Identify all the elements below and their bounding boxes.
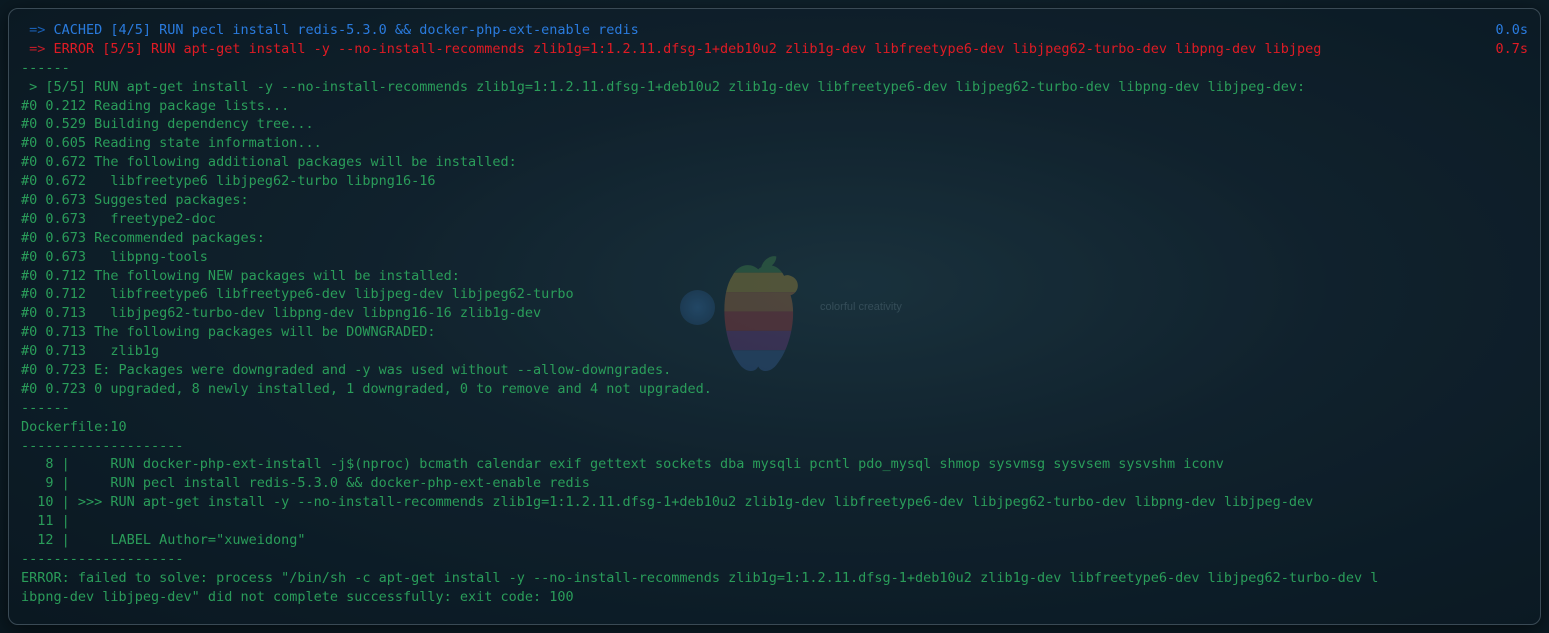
output-line: --------------------	[21, 550, 1528, 569]
output-line: #0 0.712 libfreetype6 libfreetype6-dev l…	[21, 285, 1528, 304]
build-step-error: => ERROR [5/5] RUN apt-get install -y --…	[21, 40, 1528, 59]
output-line: #0 0.723 E: Packages were downgraded and…	[21, 361, 1528, 380]
terminal-window[interactable]: => CACHED [4/5] RUN pecl install redis-5…	[8, 8, 1541, 625]
output-line: ------	[21, 399, 1528, 418]
terminal-output[interactable]: ------ > [5/5] RUN apt-get install -y --…	[21, 59, 1528, 607]
output-line: #0 0.673 libpng-tools	[21, 248, 1528, 267]
output-line: #0 0.673 Recommended packages:	[21, 229, 1528, 248]
output-line: 11 |	[21, 512, 1528, 531]
output-line: #0 0.605 Reading state information...	[21, 134, 1528, 153]
output-line: ERROR: failed to solve: process "/bin/sh…	[21, 569, 1528, 588]
output-line: #0 0.529 Building dependency tree...	[21, 115, 1528, 134]
output-line: #0 0.212 Reading package lists...	[21, 97, 1528, 116]
output-line: 9 | RUN pecl install redis-5.3.0 && dock…	[21, 474, 1528, 493]
output-line: 8 | RUN docker-php-ext-install -j$(nproc…	[21, 455, 1528, 474]
output-line: Dockerfile:10	[21, 418, 1528, 437]
output-line: --------------------	[21, 437, 1528, 456]
output-line: ibpng-dev libjpeg-dev" did not complete …	[21, 588, 1528, 607]
cached-step-text: CACHED [4/5] RUN pecl install redis-5.3.…	[54, 22, 639, 38]
cached-step-time: 0.0s	[1487, 21, 1528, 40]
arrow-icon: =>	[21, 22, 54, 38]
output-line: #0 0.673 freetype2-doc	[21, 210, 1528, 229]
output-line: > [5/5] RUN apt-get install -y --no-inst…	[21, 78, 1528, 97]
arrow-icon: =>	[21, 41, 54, 57]
output-line: #0 0.712 The following NEW packages will…	[21, 267, 1528, 286]
error-step-time: 0.7s	[1487, 40, 1528, 59]
output-line: #0 0.723 0 upgraded, 8 newly installed, …	[21, 380, 1528, 399]
output-line: ------	[21, 59, 1528, 78]
output-line: #0 0.672 libfreetype6 libjpeg62-turbo li…	[21, 172, 1528, 191]
output-line: #0 0.673 Suggested packages:	[21, 191, 1528, 210]
output-line: #0 0.713 The following packages will be …	[21, 323, 1528, 342]
output-line: #0 0.713 zlib1g	[21, 342, 1528, 361]
output-line: #0 0.672 The following additional packag…	[21, 153, 1528, 172]
error-step-text: ERROR [5/5] RUN apt-get install -y --no-…	[54, 41, 1322, 57]
output-line: #0 0.713 libjpeg62-turbo-dev libpng-dev …	[21, 304, 1528, 323]
output-line: 12 | LABEL Author="xuweidong"	[21, 531, 1528, 550]
build-step-cached: => CACHED [4/5] RUN pecl install redis-5…	[21, 21, 1528, 40]
output-line: 10 | >>> RUN apt-get install -y --no-ins…	[21, 493, 1528, 512]
